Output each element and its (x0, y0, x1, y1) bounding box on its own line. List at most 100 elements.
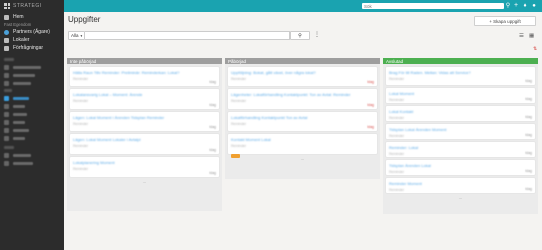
search-icon: ⚲ (298, 32, 302, 39)
column-more-indicator[interactable]: ··· (70, 180, 219, 185)
column-more-indicator[interactable]: ··· (386, 196, 535, 201)
task-card[interactable]: Hälla Raun Tillv Reminder: Preliminär: R… (70, 67, 219, 86)
task-card[interactable]: Lägen: Lokal Moment Lokaler i Avtalpl Re… (70, 134, 219, 154)
task-card[interactable]: Reminder Moment Reminder Idag (386, 178, 535, 193)
sidebar: STRATEGI Hem Fast Egendom Partners (Ägar… (0, 0, 64, 250)
task-label-tag (231, 154, 240, 158)
task-title[interactable]: Lokalförhandling Kontaktpunkt Ton av Avt… (228, 112, 377, 120)
kanban-column-completed: Avslutad Brag För till Raden. Mellan: Vi… (383, 58, 538, 214)
task-title[interactable]: Lokal Kontakt (386, 106, 535, 114)
menu-item-icon (4, 119, 9, 125)
task-due-date: Idag (367, 125, 374, 129)
sidebar-item[interactable] (0, 63, 64, 71)
task-due-date: Idag (367, 80, 374, 84)
menu-item-icon (4, 72, 9, 78)
expand-icon[interactable]: ⇅ (533, 46, 537, 52)
task-card[interactable]: Kontakt Moment Lokal Reminder (228, 134, 377, 158)
task-type: Reminder (231, 144, 247, 148)
menu-item-icon (4, 160, 9, 166)
task-title[interactable]: Kontakt Moment Lokal (228, 134, 377, 142)
sidebar-item[interactable] (0, 110, 64, 118)
task-title[interactable]: Brag För till Raden. Mellan: Vidas att S… (386, 67, 535, 75)
kanban-column-not-started: Inte påbörjad Hälla Raun Tillv Reminder:… (67, 58, 222, 211)
filter-dropdown[interactable]: Alla ▾ (68, 31, 85, 40)
task-type: Reminder (73, 77, 89, 81)
filter-search-input[interactable] (85, 31, 290, 40)
task-due-date: Idag (525, 187, 532, 191)
bell-icon[interactable]: ♦ (522, 3, 528, 9)
task-type: Reminder (389, 116, 405, 120)
task-due-date: Idag (525, 97, 532, 101)
task-card[interactable]: Brag För till Raden. Mellan: Vidas att S… (386, 67, 535, 85)
more-options-icon[interactable]: ⋮ (314, 31, 320, 40)
task-title[interactable]: Lokalansvarig Lokal – Moment: Ärende (70, 89, 219, 97)
plus-icon[interactable]: + (513, 2, 519, 9)
cloud-icon (4, 29, 9, 35)
task-card[interactable]: Lokal Moment Reminder Idag (386, 88, 535, 103)
task-title[interactable]: Tidsplan Ärenden Lokal (386, 160, 535, 168)
sidebar-item-forfragningar[interactable]: Förfrågningar (0, 44, 64, 52)
list-view-icon[interactable]: ☰ (519, 33, 524, 39)
sidebar-item[interactable] (0, 102, 64, 110)
create-task-button[interactable]: + Skapa uppgift (474, 16, 536, 26)
sidebar-item[interactable] (0, 79, 64, 87)
task-title[interactable]: Lägenheter: Lokalförhandling Kontaktpunk… (228, 89, 377, 97)
task-card[interactable]: Lokalplanering Moment Reminder Idag (70, 157, 219, 177)
task-due-date: Idag (525, 115, 532, 119)
task-title[interactable]: Tidsplan Lokal Ärenden Moment (386, 124, 535, 132)
task-title[interactable]: Lokal Moment (386, 88, 535, 96)
task-due-date: Idag (209, 171, 216, 175)
sidebar-item-label: Förfrågningar (13, 45, 44, 51)
sidebar-item[interactable] (0, 126, 64, 134)
building-icon (4, 37, 9, 43)
sidebar-item[interactable] (0, 134, 64, 142)
caret-down-icon: ▾ (80, 33, 83, 38)
task-due-date: Idag (525, 169, 532, 173)
task-type: Reminder (389, 77, 405, 81)
task-card[interactable]: Lokal Kontakt Reminder Idag (386, 106, 535, 121)
task-title[interactable]: Reminder Moment (386, 178, 535, 186)
menu-item-icon (4, 111, 9, 117)
menu-item-icon (4, 135, 9, 141)
task-card[interactable]: Reminder: Lokal Reminder Idag (386, 142, 535, 157)
sidebar-item[interactable] (0, 159, 64, 167)
task-card[interactable]: Lokalansvarig Lokal – Moment: Ärende Rem… (70, 89, 219, 109)
task-card[interactable]: Lokalförhandling Kontaktpunkt Ton av Avt… (228, 112, 377, 131)
task-card[interactable]: Lägen: Lokal Moment i Ärenden Tidsplan R… (70, 112, 219, 131)
task-title[interactable]: Lägen: Lokal Moment i Ärenden Tidsplan R… (70, 112, 219, 120)
task-title[interactable]: Reminder: Lokal (386, 142, 535, 150)
sidebar-item[interactable] (0, 151, 64, 159)
task-title[interactable]: Lägen: Lokal Moment Lokaler i Avtalpl (70, 134, 219, 142)
sidebar-item[interactable] (0, 118, 64, 126)
kanban-column-in-progress: Påbörjad Uppföljning: Bokat, gått växel,… (225, 58, 380, 179)
sidebar-section-fast-egendom: Fast Egendom (4, 22, 32, 27)
sidebar-item-home[interactable]: Hem (0, 13, 64, 21)
search-icon[interactable]: ⚲ (505, 3, 511, 9)
task-title[interactable]: Uppföljning: Bokat, gått växel, över någ… (228, 67, 377, 75)
sidebar-item-partners[interactable]: Partners (Ägare) (0, 28, 64, 36)
task-title[interactable]: Lokalplanering Moment (70, 157, 219, 165)
page-title: Uppgifter (68, 15, 101, 24)
user-icon[interactable]: ● (531, 3, 537, 9)
sidebar-item-tasks[interactable] (0, 94, 64, 102)
task-due-date: Idag (209, 125, 216, 129)
column-body: Hälla Raun Tillv Reminder: Preliminär: R… (67, 64, 222, 211)
sidebar-section-label (0, 87, 64, 94)
task-card[interactable]: Uppföljning: Bokat, gått växel, över någ… (228, 67, 377, 86)
task-card[interactable]: Tidsplan Ärenden Lokal Reminder Idag (386, 160, 535, 175)
global-search-input[interactable]: Sök (362, 3, 504, 9)
sidebar-item[interactable] (0, 71, 64, 79)
task-title[interactable]: Hälla Raun Tillv Reminder: Preliminär: R… (70, 67, 219, 75)
board-view-icon[interactable]: ▦ (529, 33, 534, 39)
task-type: Reminder (389, 188, 405, 192)
home-icon (4, 14, 9, 20)
sidebar-item-lokaler[interactable]: Lokaler (0, 36, 64, 44)
filter-search-button[interactable]: ⚲ (290, 31, 310, 40)
task-type: Reminder (73, 99, 89, 103)
apps-grid-icon[interactable] (4, 3, 10, 9)
menu-item-icon (4, 80, 9, 86)
task-card[interactable]: Lägenheter: Lokalförhandling Kontaktpunk… (228, 89, 377, 109)
task-card[interactable]: Tidsplan Lokal Ärenden Moment Reminder I… (386, 124, 535, 139)
task-due-date: Idag (367, 103, 374, 107)
task-type: Reminder (389, 98, 405, 102)
